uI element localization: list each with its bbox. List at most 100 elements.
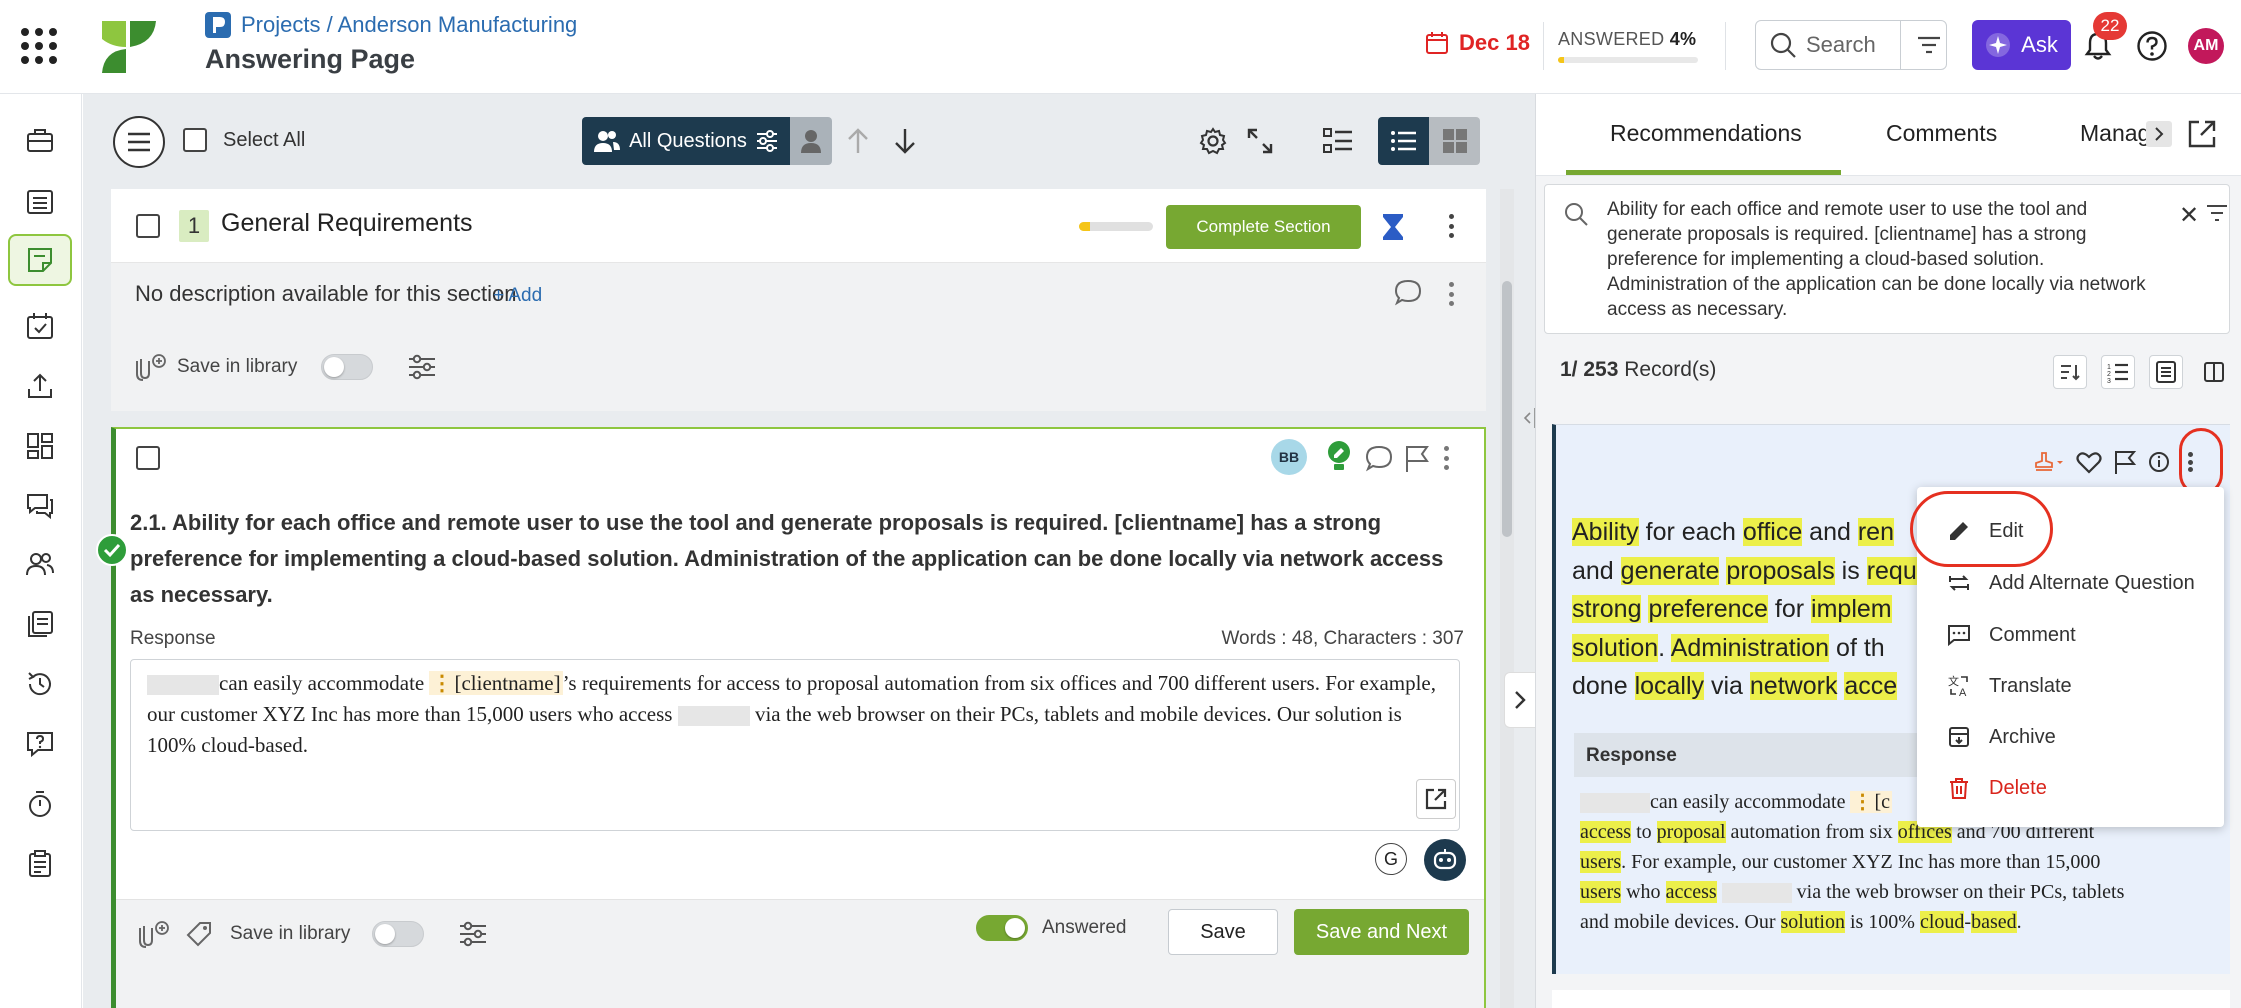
sort-button[interactable] [2053, 355, 2087, 389]
comment-icon[interactable] [1364, 443, 1394, 473]
tab-manage[interactable]: Manag [2080, 120, 2150, 147]
settings-button[interactable] [1196, 124, 1230, 158]
numbered-list-button[interactable]: 123 [2101, 355, 2135, 389]
recommendation-search-text[interactable]: Ability for each office and remote user … [1607, 197, 2147, 322]
hourglass-icon[interactable] [1379, 212, 1407, 242]
header-divider [1543, 22, 1544, 70]
nav-item-questions[interactable] [8, 718, 72, 770]
expand-right-panel-button[interactable] [1504, 672, 1535, 728]
sliders-icon[interactable] [407, 354, 437, 380]
question-footer: Save in library Answered Save Save and N… [116, 899, 1484, 1008]
nav-item-library[interactable] [8, 598, 72, 650]
flag-icon[interactable] [2112, 449, 2138, 475]
recommendation-search[interactable]: Ability for each office and remote user … [1544, 184, 2230, 334]
question-toolbar: Select All All Questions [83, 94, 1535, 189]
filter-icon[interactable] [2205, 201, 2229, 225]
recommendation-card-next[interactable] [1552, 990, 2230, 1008]
menu-item-translate[interactable]: 文A Translate [1947, 668, 2072, 704]
calendar-icon [1426, 32, 1448, 54]
attach-add-icon[interactable] [133, 353, 167, 381]
response-editor[interactable]: can easily accommodate [clientname]’s re… [130, 659, 1460, 831]
grid-view-button[interactable] [1429, 117, 1480, 165]
grammarly-icon[interactable]: G [1375, 843, 1407, 875]
sliders-icon[interactable] [458, 921, 488, 947]
section-checkbox[interactable] [136, 214, 160, 238]
ai-assistant-icon[interactable] [1424, 839, 1466, 881]
clear-search-icon[interactable]: ✕ [2179, 201, 2199, 230]
attach-add-icon[interactable] [136, 920, 170, 948]
my-questions-filter[interactable] [790, 117, 832, 165]
select-all-checkbox[interactable] [183, 128, 207, 152]
nav-item-chat[interactable] [8, 480, 72, 532]
menu-item-add-alternate-question[interactable]: Add Alternate Question [1947, 565, 2195, 601]
nav-item-timer[interactable] [8, 778, 72, 830]
tag-icon[interactable] [186, 921, 212, 947]
nav-item-import[interactable] [8, 360, 72, 412]
question-checkbox[interactable] [136, 446, 160, 470]
select-all[interactable]: Select All [183, 128, 305, 152]
breadcrumb[interactable]: Projects / Anderson Manufacturing [205, 12, 577, 38]
question-more-button[interactable] [1436, 443, 1456, 473]
section-more-button[interactable] [1441, 211, 1461, 241]
nav-item-list[interactable] [8, 176, 72, 228]
save-in-library-toggle[interactable] [372, 921, 425, 947]
menu-item-delete[interactable]: Delete [1947, 770, 2047, 806]
comment-icon[interactable] [1393, 277, 1423, 307]
next-question-button[interactable] [888, 124, 922, 158]
complete-section-button[interactable]: Complete Section [1166, 205, 1361, 249]
heart-icon[interactable] [2076, 450, 2102, 474]
menu-item-comment[interactable]: Comment [1947, 617, 2076, 653]
menu-toggle-button[interactable] [113, 116, 165, 168]
left-nav [0, 94, 82, 1008]
help-icon[interactable] [2136, 30, 2168, 62]
tabs-scroll-right-button[interactable] [2146, 121, 2172, 147]
external-link-icon[interactable] [2186, 118, 2218, 150]
search-input[interactable] [1806, 32, 1896, 58]
company-logo[interactable] [100, 17, 158, 75]
nav-item-dashboard[interactable] [8, 420, 72, 472]
all-questions-filter[interactable]: All Questions [582, 117, 790, 165]
menu-item-archive[interactable]: Archive [1947, 719, 2056, 755]
save-in-library-toggle[interactable] [321, 354, 374, 380]
tab-recommendations[interactable]: Recommendations [1610, 120, 1802, 147]
document-view-button[interactable] [2149, 355, 2183, 389]
fullscreen-button[interactable] [1243, 124, 1277, 158]
list-view-button[interactable] [1378, 117, 1429, 165]
user-avatar[interactable]: AM [2188, 28, 2224, 64]
nav-item-users[interactable] [8, 538, 72, 590]
info-icon[interactable] [2148, 451, 2170, 473]
tab-comments[interactable]: Comments [1886, 120, 1997, 147]
outline-view-button[interactable] [1321, 124, 1355, 158]
stamp-icon[interactable] [2034, 451, 2066, 473]
right-panel-tabs: Recommendations Comments Manag [1536, 94, 2241, 176]
flag-icon[interactable] [1403, 443, 1431, 473]
ask-button[interactable]: Ask [1972, 20, 2071, 70]
assignee-avatar[interactable]: BB [1271, 439, 1307, 475]
split-view-button[interactable] [2197, 355, 2231, 389]
answered-check-badge [96, 534, 128, 566]
save-and-next-button[interactable]: Save and Next [1294, 909, 1469, 955]
open-editor-button[interactable] [1416, 779, 1456, 819]
search-icon [1770, 32, 1796, 58]
nav-item-reports[interactable] [8, 838, 72, 890]
nav-item-answering[interactable] [8, 234, 72, 286]
breadcrumb-text[interactable]: Projects / Anderson Manufacturing [241, 12, 577, 38]
description-more-button[interactable] [1441, 279, 1461, 309]
apps-grid-icon[interactable] [20, 27, 58, 65]
text-run: for each [1638, 518, 1743, 546]
clientname-tag[interactable]: [clientname] [429, 671, 563, 695]
nav-item-tasks[interactable] [8, 300, 72, 352]
nav-item-projects[interactable] [8, 114, 72, 166]
annotation-circle-edit [1910, 491, 2053, 567]
filter-icon[interactable] [1915, 31, 1943, 59]
bulb-edit-icon[interactable] [1324, 439, 1354, 473]
redacted-name [147, 675, 219, 696]
svg-text:A: A [1959, 687, 1967, 698]
add-description-link[interactable]: + Add [493, 285, 542, 307]
answered-toggle[interactable] [976, 915, 1028, 941]
nav-item-history[interactable] [8, 658, 72, 710]
scrollbar-thumb[interactable] [1502, 281, 1512, 537]
save-button[interactable]: Save [1168, 909, 1278, 955]
main-scrollbar[interactable] [1500, 189, 1514, 1008]
prev-question-button[interactable] [841, 124, 875, 158]
